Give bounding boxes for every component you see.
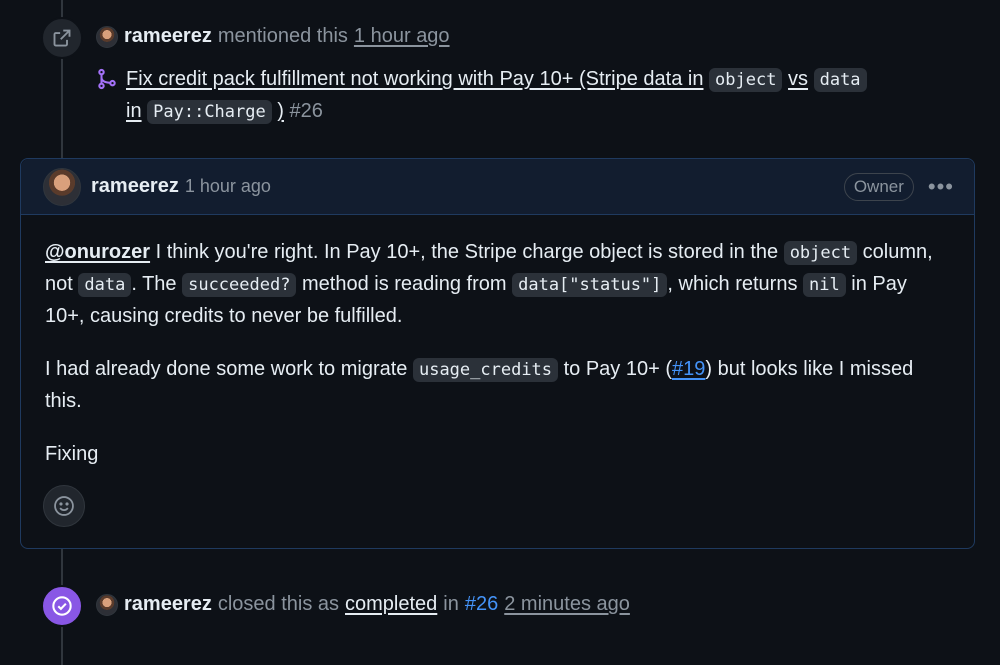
text: . The	[131, 273, 183, 295]
comment-header: rameerez 1 hour ago Owner •••	[21, 159, 974, 215]
referenced-pr-title[interactable]: Fix credit pack fulfillment not working …	[96, 64, 936, 128]
avatar[interactable]	[96, 593, 118, 616]
comment-paragraph: I had already done some work to migrate …	[45, 354, 950, 417]
pr-code-charge: Pay::Charge	[147, 100, 272, 124]
event-in: in	[443, 593, 459, 615]
event-action: mentioned this	[217, 25, 348, 47]
comment-time[interactable]: 1 hour ago	[185, 176, 271, 197]
comment-paragraph: Fixing	[45, 443, 99, 465]
smiley-icon	[54, 496, 74, 516]
add-reaction-button[interactable]	[43, 485, 85, 527]
inline-code: object	[783, 241, 858, 265]
pr-code-data: data	[813, 68, 867, 92]
cross-reference-badge	[41, 17, 83, 59]
user-mention[interactable]: @onurozer	[45, 241, 150, 263]
inline-code: data["status"]	[512, 273, 668, 297]
inline-code: nil	[803, 273, 846, 297]
inline-code: succeeded?	[182, 273, 297, 297]
comment-box: rameerez 1 hour ago Owner ••• @onurozer …	[20, 158, 975, 549]
pr-number[interactable]: #26	[290, 100, 323, 122]
pr-title-vs[interactable]: vs	[788, 68, 808, 90]
text: to Pay 10+ (	[558, 358, 672, 380]
pr-code-object: object	[709, 68, 783, 92]
pr-title-in[interactable]: in	[126, 100, 142, 122]
kebab-menu-icon[interactable]: •••	[928, 175, 954, 198]
text: I had already done some work to migrate	[45, 358, 413, 380]
owner-badge: Owner	[843, 172, 914, 201]
issue-link[interactable]: #19	[672, 358, 705, 380]
pull-request-icon	[98, 68, 116, 90]
comment-body: @onurozer I think you're right. In Pay 1…	[21, 215, 974, 470]
text: , which returns	[667, 273, 804, 295]
check-circle-icon	[52, 596, 72, 616]
text: method is reading from	[296, 273, 513, 295]
comment-author[interactable]: rameerez	[91, 175, 179, 198]
close-state[interactable]: completed	[345, 593, 437, 616]
inline-code: data	[78, 273, 132, 297]
closing-pr-link[interactable]: #26	[465, 593, 498, 616]
text: I think you're right. In Pay 10+, the St…	[150, 241, 784, 263]
event-time[interactable]: 1 hour ago	[354, 25, 450, 48]
closed-badge	[41, 585, 83, 627]
avatar[interactable]	[96, 25, 118, 48]
event-actor[interactable]: rameerez	[124, 593, 212, 616]
external-link-icon	[53, 29, 71, 47]
mention-event: rameerez mentioned this 1 hour ago	[96, 25, 450, 48]
avatar[interactable]	[43, 167, 81, 206]
comment-paragraph: @onurozer I think you're right. In Pay 1…	[45, 237, 950, 332]
event-action: closed this as	[217, 593, 340, 615]
event-actor[interactable]: rameerez	[124, 25, 212, 48]
closed-event: rameerez closed this as completed in #26…	[96, 593, 630, 616]
pr-title-close[interactable]: )	[277, 100, 284, 122]
pr-title-text[interactable]: Fix credit pack fulfillment not working …	[126, 68, 703, 90]
event-time[interactable]: 2 minutes ago	[504, 593, 630, 616]
inline-code: usage_credits	[412, 358, 559, 382]
